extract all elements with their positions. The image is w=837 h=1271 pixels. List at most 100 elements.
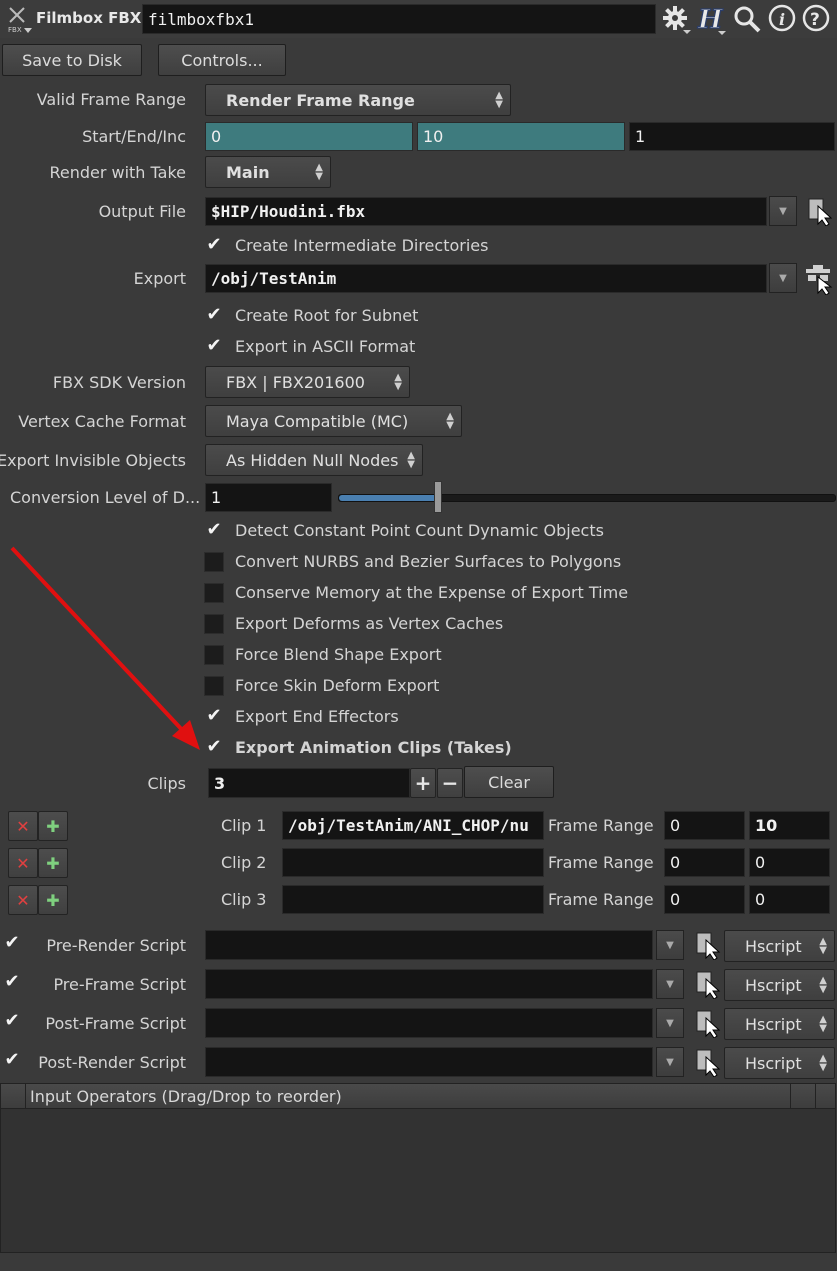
invisible-menu[interactable]: As Hidden Null Nodes ▲ ▼ [205, 444, 423, 476]
script-enable-checkbox[interactable]: ✔ [2, 934, 22, 954]
export-field[interactable]: /obj/TestAnim [205, 264, 767, 293]
script-field[interactable] [205, 930, 653, 960]
clip-path-field[interactable] [282, 848, 544, 877]
remove-clip-button[interactable]: ✕ [8, 811, 38, 841]
remove-x-icon: ✕ [16, 816, 30, 836]
script-label: Post-Frame Script [45, 1014, 186, 1033]
script-language-menu[interactable]: Hscript ▲ ▼ [724, 1008, 835, 1040]
script-label: Pre-Render Script [46, 936, 186, 955]
frame-start-field[interactable]: 0 [205, 122, 413, 151]
script-language-menu[interactable]: Hscript ▲ ▼ [724, 969, 835, 1001]
script-field[interactable] [205, 1008, 653, 1038]
clip-start-field[interactable]: 0 [664, 885, 745, 914]
valid-frame-range-label: Valid Frame Range [36, 90, 186, 109]
clip-path-field[interactable] [282, 885, 544, 914]
node-chooser-icon[interactable] [804, 263, 834, 296]
clips-add-button[interactable]: + [410, 768, 436, 798]
conversion-field[interactable]: 1 [205, 483, 332, 512]
valid-frame-range-menu[interactable]: Render Frame Range ▲ ▼ [205, 84, 511, 116]
clips-count-field[interactable]: 3 [208, 768, 410, 798]
clip-end-field[interactable]: 10 [749, 811, 830, 840]
script-enable-checkbox[interactable]: ✔ [2, 973, 22, 993]
updown-arrow-icon: ▲ ▼ [819, 936, 827, 956]
node-type-label: Filmbox FBX [36, 9, 142, 27]
updown-arrow-icon: ▲ ▼ [819, 975, 827, 995]
file-chooser-icon[interactable] [694, 969, 722, 1000]
svg-text:H: H [697, 5, 724, 35]
script-language-menu[interactable]: Hscript ▲ ▼ [724, 930, 835, 962]
remove-clip-button[interactable]: ✕ [8, 848, 38, 878]
option-checkbox-label: Export Animation Clips (Takes) [235, 738, 512, 757]
question-icon[interactable]: ? [802, 4, 830, 32]
updown-arrow-icon: ▲ ▼ [819, 1014, 827, 1034]
option-checkbox[interactable]: ✔ [204, 521, 224, 541]
script-dropdown[interactable]: ▼ [656, 930, 684, 960]
insert-clip-button[interactable]: ✚ [38, 885, 68, 915]
updown-arrow-icon: ▲ ▼ [407, 450, 415, 470]
conversion-slider-handle[interactable] [434, 481, 442, 513]
insert-clip-button[interactable]: ✚ [38, 848, 68, 878]
svg-text:i: i [779, 10, 785, 29]
save-to-disk-button[interactable]: Save to Disk [2, 44, 142, 76]
script-language-value: Hscript [745, 975, 802, 995]
updown-arrow-icon: ▲ ▼ [446, 411, 454, 431]
input-operators-header-label: Input Operators (Drag/Drop to reorder) [30, 1087, 342, 1106]
create-dirs-checkbox[interactable]: ✔ [204, 236, 224, 256]
insert-clip-button[interactable]: ✚ [38, 811, 68, 841]
svg-text:?: ? [810, 10, 820, 30]
clips-label: Clips [147, 774, 186, 793]
start-end-inc-label: Start/End/Inc [82, 127, 186, 146]
clip-path-field[interactable]: /obj/TestAnim/ANI_CHOP/nu [282, 811, 544, 840]
render-take-label: Render with Take [49, 163, 186, 182]
minus-icon: − [441, 771, 459, 795]
houdini-help-icon[interactable]: H [696, 3, 728, 36]
output-file-field[interactable]: $HIP/Houdini.fbx [205, 197, 767, 226]
script-dropdown[interactable]: ▼ [656, 1008, 684, 1038]
file-chooser-icon[interactable] [806, 196, 834, 227]
script-dropdown[interactable]: ▼ [656, 1047, 684, 1077]
vertex-cache-menu[interactable]: Maya Compatible (MC) ▲ ▼ [205, 405, 462, 437]
script-field[interactable] [205, 1047, 653, 1077]
gear-icon[interactable] [661, 5, 691, 35]
export-dropdown[interactable]: ▼ [769, 263, 797, 293]
file-chooser-icon[interactable] [694, 1047, 722, 1078]
frame-range-label: Frame Range [548, 853, 654, 872]
valid-frame-range-value: Render Frame Range [226, 90, 415, 110]
sdk-version-label: FBX SDK Version [52, 373, 186, 392]
conversion-label: Conversion Level of D... [10, 488, 201, 507]
output-file-dropdown[interactable]: ▼ [769, 196, 797, 226]
frame-inc-field[interactable]: 1 [629, 122, 835, 151]
controls-button[interactable]: Controls... [158, 44, 286, 76]
script-enable-checkbox[interactable]: ✔ [2, 1012, 22, 1032]
remove-clip-button[interactable]: ✕ [8, 885, 38, 915]
clips-clear-button[interactable]: Clear [464, 766, 554, 798]
script-field[interactable] [205, 969, 653, 999]
file-chooser-icon[interactable] [694, 1008, 722, 1039]
file-chooser-icon[interactable] [694, 930, 722, 961]
create-root-checkbox[interactable]: ✔ [204, 306, 224, 326]
script-language-value: Hscript [745, 1053, 802, 1073]
info-icon[interactable]: i [768, 4, 796, 32]
script-dropdown[interactable]: ▼ [656, 969, 684, 999]
clips-remove-button[interactable]: − [437, 768, 463, 798]
clip-start-field[interactable]: 0 [664, 811, 745, 840]
search-icon[interactable] [733, 5, 761, 33]
render-take-menu[interactable]: Main ▲ ▼ [205, 156, 331, 188]
input-operators-scroll-cell [790, 1084, 816, 1108]
script-language-menu[interactable]: Hscript ▲ ▼ [724, 1047, 835, 1079]
remove-x-icon: ✕ [16, 853, 30, 873]
option-checkbox-label: Export Deforms as Vertex Caches [235, 614, 504, 633]
node-name-field[interactable]: filmboxfbx1 [142, 4, 656, 34]
clip-end-field[interactable]: 0 [749, 848, 830, 877]
clip-start-field[interactable]: 0 [664, 848, 745, 877]
sdk-version-menu[interactable]: FBX | FBX201600 ▲ ▼ [205, 366, 410, 398]
ascii-checkbox[interactable]: ✔ [204, 337, 224, 357]
clip-end-field[interactable]: 0 [749, 885, 830, 914]
updown-arrow-icon: ▲ ▼ [315, 162, 323, 182]
invisible-label: Export Invisible Objects [0, 451, 186, 470]
clip-label: Clip 3 [221, 890, 267, 909]
option-checkbox-label: Force Skin Deform Export [235, 676, 440, 695]
frame-end-field[interactable]: 10 [417, 122, 625, 151]
script-enable-checkbox[interactable]: ✔ [2, 1051, 22, 1071]
vertex-cache-value: Maya Compatible (MC) [226, 411, 409, 431]
